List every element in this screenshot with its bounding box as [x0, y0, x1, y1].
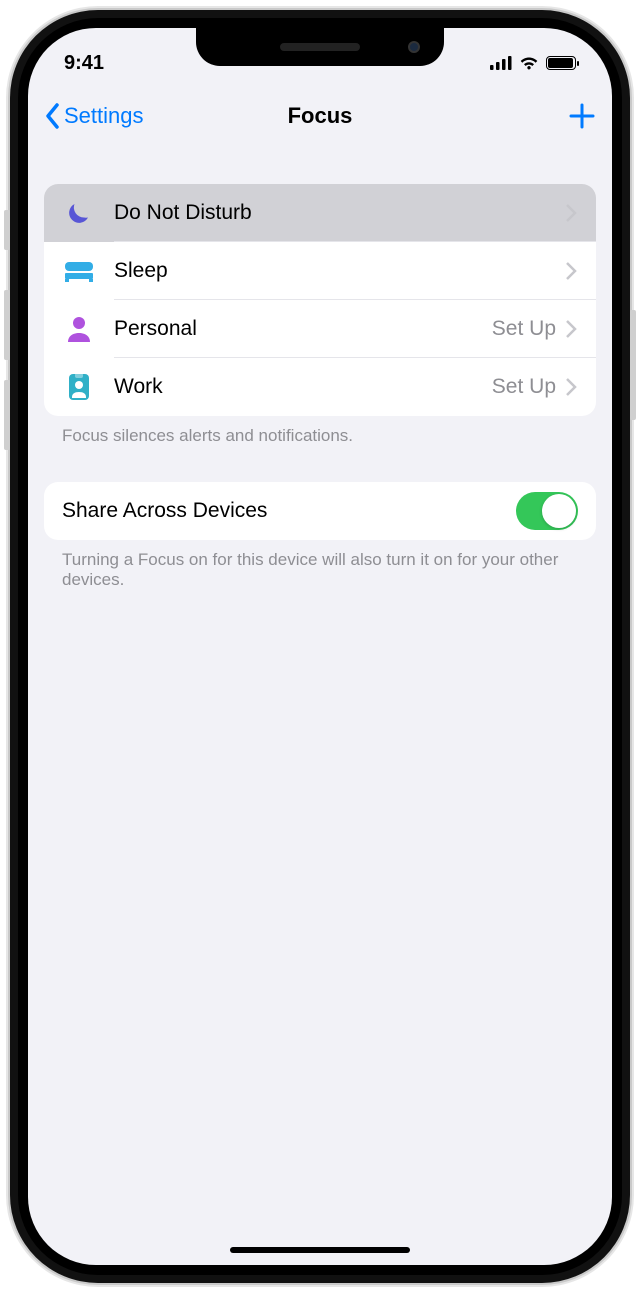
share-label: Share Across Devices — [62, 499, 267, 523]
chevron-right-icon — [564, 377, 578, 397]
front-camera — [408, 41, 420, 53]
share-toggle[interactable] — [516, 492, 578, 530]
back-button[interactable]: Settings — [44, 102, 174, 130]
wifi-icon — [519, 56, 539, 70]
share-across-devices-row: Share Across Devices — [44, 482, 596, 540]
bed-icon — [62, 254, 96, 288]
speaker — [280, 43, 360, 51]
focus-row-personal[interactable]: Personal Set Up — [44, 300, 596, 358]
moon-icon — [62, 196, 96, 230]
mute-switch — [4, 210, 10, 250]
volume-up-button — [4, 290, 10, 360]
add-button[interactable] — [466, 102, 596, 130]
content: Do Not Disturb Sleep — [28, 148, 612, 590]
chevron-right-icon — [564, 261, 578, 281]
focus-row-sleep[interactable]: Sleep — [44, 242, 596, 300]
group-footer: Focus silences alerts and notifications. — [44, 416, 596, 446]
chevron-right-icon — [564, 203, 578, 223]
chevron-right-icon — [564, 319, 578, 339]
screen: 9:41 — [28, 28, 612, 1265]
back-label: Settings — [64, 103, 144, 129]
plus-icon — [568, 102, 596, 130]
focus-row-work[interactable]: Work Set Up — [44, 358, 596, 416]
row-label: Work — [114, 375, 492, 399]
volume-down-button — [4, 380, 10, 450]
share-footer: Turning a Focus on for this device will … — [44, 540, 596, 590]
person-icon — [62, 312, 96, 346]
battery-icon — [546, 56, 576, 70]
device-frame: 9:41 — [10, 10, 630, 1283]
cellular-icon — [490, 56, 512, 70]
page-title: Focus — [174, 103, 466, 129]
row-detail: Set Up — [492, 317, 556, 341]
power-button — [630, 310, 636, 420]
row-label: Personal — [114, 317, 492, 341]
home-indicator[interactable] — [230, 1247, 410, 1253]
row-detail: Set Up — [492, 375, 556, 399]
row-label: Sleep — [114, 259, 564, 283]
status-time: 9:41 — [64, 52, 164, 75]
badge-icon — [62, 370, 96, 404]
row-label: Do Not Disturb — [114, 201, 564, 225]
focus-modes-group: Do Not Disturb Sleep — [44, 184, 596, 416]
notch — [196, 28, 444, 66]
chevron-left-icon — [44, 102, 62, 130]
focus-row-do-not-disturb[interactable]: Do Not Disturb — [44, 184, 596, 242]
